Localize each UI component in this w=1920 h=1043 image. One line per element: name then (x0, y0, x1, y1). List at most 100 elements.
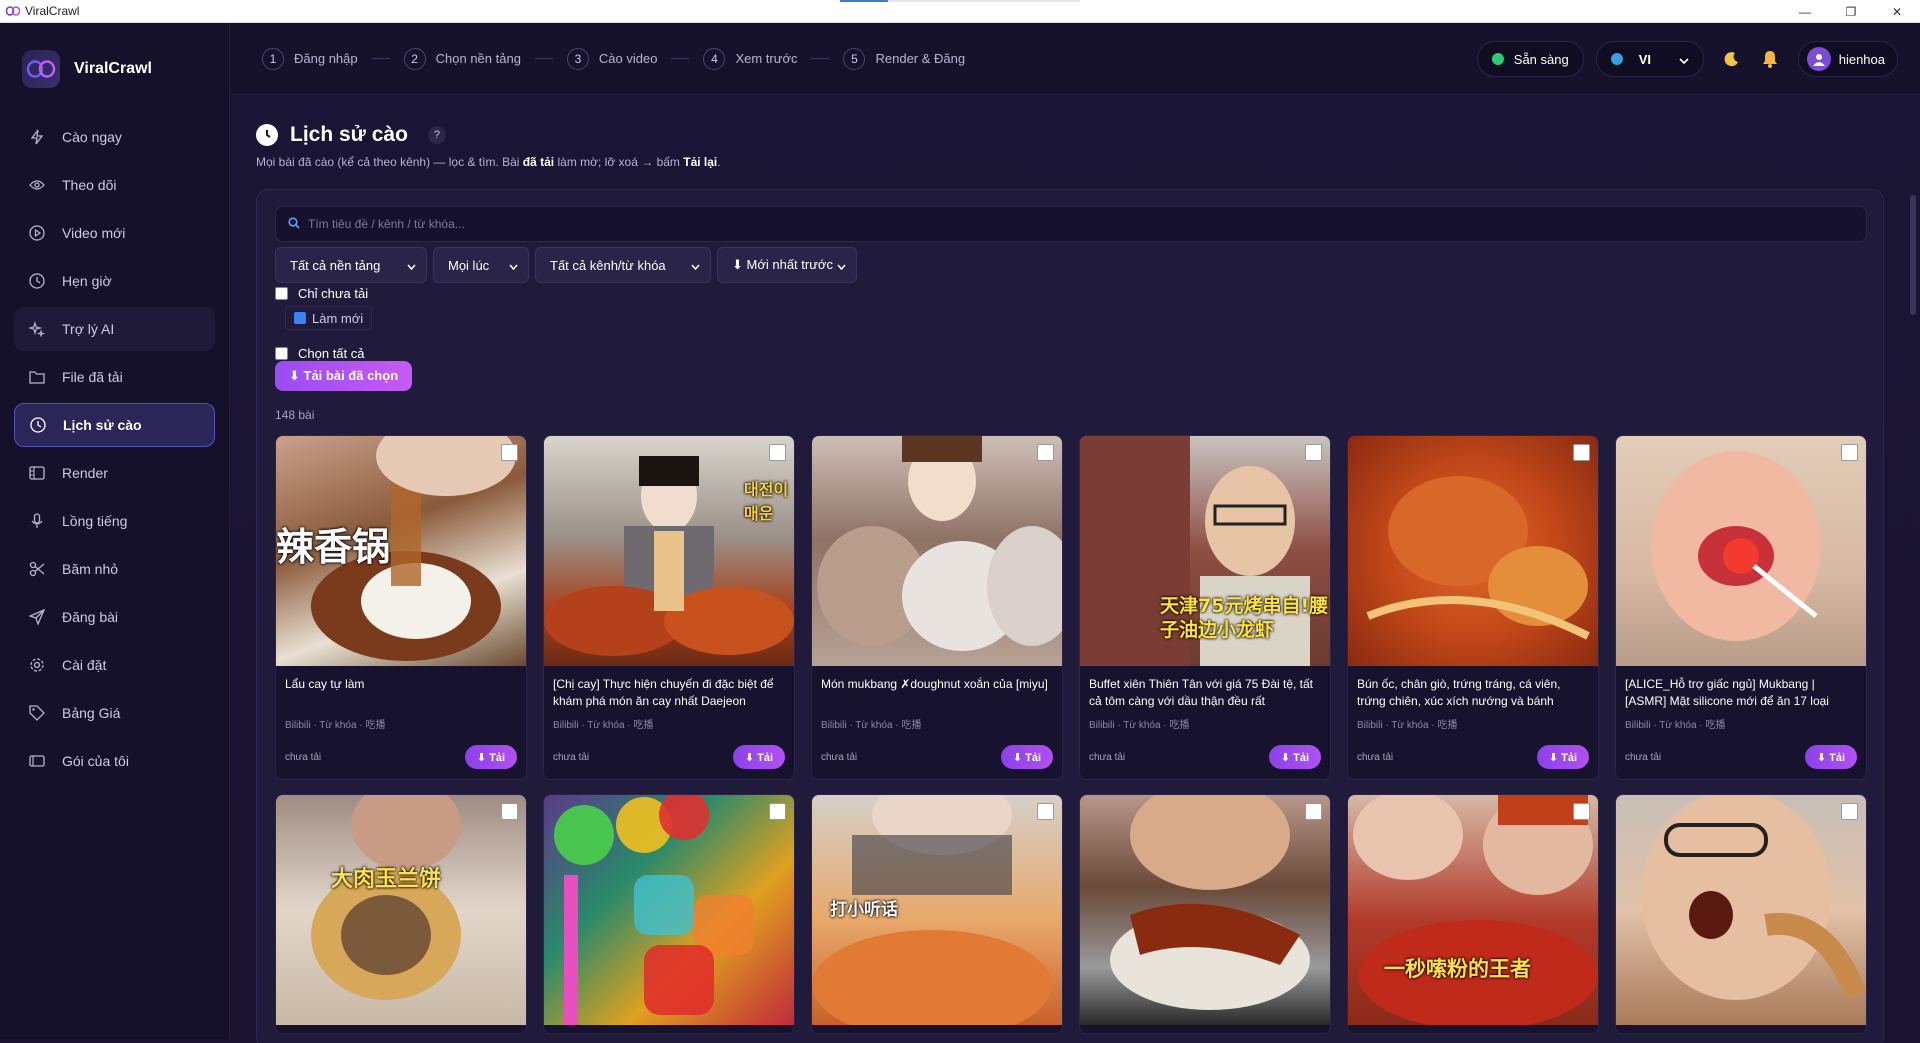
status-dot-icon (1491, 53, 1504, 65)
video-card[interactable]: Bún ốc, chân giò, trứng tráng, cá viên, … (1347, 435, 1599, 780)
video-card[interactable]: 大肉玉兰饼 (275, 794, 527, 1034)
video-thumbnail[interactable]: 天津75元烤串自!腰子油边小龙虾 (1080, 436, 1330, 666)
video-title: [Chị cay] Thực hiện chuyến đi đặc biệt đ… (553, 677, 774, 708)
sidebar-item-render[interactable]: Render (14, 451, 215, 495)
select-checkbox[interactable] (1573, 803, 1590, 820)
select-checkbox[interactable] (1841, 444, 1858, 461)
sidebar-item-lich-su-cao[interactable]: Lịch sử cào (14, 403, 215, 447)
select-all-checkbox[interactable] (275, 347, 288, 360)
video-card[interactable]: 打小听话 (811, 794, 1063, 1034)
select-checkbox[interactable] (1037, 803, 1054, 820)
play-icon (28, 224, 46, 242)
bolt-icon (28, 128, 46, 146)
video-meta: Bilibili · Từ khóa · 吃播 (821, 720, 922, 731)
select-checkbox[interactable] (1573, 444, 1590, 461)
sidebar-item-hen-gio[interactable]: Hẹn giờ (14, 259, 215, 303)
video-thumbnail[interactable]: 打小听话 (812, 795, 1062, 1025)
download-button[interactable]: ⬇ Tải (1000, 745, 1053, 769)
restore-button[interactable]: ❐ (1828, 0, 1874, 23)
video-card[interactable]: Món mukbang ✗doughnut xoắn của [miyu] Bi… (811, 435, 1063, 780)
sidebar-item-cai-dat[interactable]: Cài đặt (14, 643, 215, 687)
download-button[interactable]: ⬇ Tải (464, 745, 517, 769)
only-not-downloaded-toggle[interactable]: Chỉ chưa tải (275, 286, 368, 301)
sidebar-item-tro-ly-ai[interactable]: Trợ lý AI (14, 307, 215, 351)
sidebar-item-label: Hẹn giờ (62, 273, 112, 289)
video-thumbnail[interactable] (812, 436, 1062, 666)
sidebar-item-label: Đăng bài (62, 609, 119, 625)
select-all-toggle[interactable]: Chọn tất cả (275, 346, 365, 361)
user-menu[interactable]: hienhoa (1797, 41, 1898, 77)
search-input[interactable] (308, 217, 1866, 231)
download-button[interactable]: ⬇ Tải (732, 745, 785, 769)
download-status: chưa tải (553, 751, 590, 763)
video-card[interactable]: 天津75元烤串自!腰子油边小龙虾 Buffet xiên Thiên Tân v… (1079, 435, 1331, 780)
time-select[interactable]: Mọi lúc (433, 247, 529, 283)
brand[interactable]: ViralCrawl (0, 23, 229, 115)
select-checkbox[interactable] (501, 444, 518, 461)
sidebar-item-label: File đã tải (62, 369, 123, 385)
video-thumbnail[interactable] (1348, 436, 1598, 666)
select-checkbox[interactable] (1305, 803, 1322, 820)
video-thumbnail[interactable] (1616, 436, 1866, 666)
select-checkbox[interactable] (769, 444, 786, 461)
video-title: Buffet xiên Thiên Tân với giá 75 Đài tệ,… (1089, 677, 1314, 708)
step-2[interactable]: 2 Chọn nền tảng (403, 47, 521, 70)
channel-select[interactable]: Tất cả kênh/từ khóa (535, 247, 711, 283)
bell-icon[interactable] (1756, 45, 1784, 73)
refresh-button[interactable]: Làm mới (285, 306, 373, 330)
avatar (1806, 47, 1831, 71)
only-not-downloaded-checkbox[interactable] (275, 287, 288, 300)
sidebar-item-bam-nho[interactable]: Băm nhỏ (14, 547, 215, 591)
sidebar-item-video-moi[interactable]: Video mới (14, 211, 215, 255)
chevron-down-icon (407, 258, 416, 273)
video-card[interactable]: 一秒嗦粉的王者 (1347, 794, 1599, 1034)
video-thumbnail[interactable]: 一秒嗦粉的王者 (1348, 795, 1598, 1025)
history-panel: Tất cả nền tảng Mọi lúc Tất cả kênh/từ k… (256, 189, 1884, 1043)
video-thumbnail[interactable]: 大肉玉兰饼 (276, 795, 526, 1025)
platform-select[interactable]: Tất cả nền tảng (275, 247, 427, 283)
step-5[interactable]: 5 Render & Đăng (843, 47, 965, 70)
language-select[interactable]: VI (1595, 41, 1704, 77)
video-thumbnail[interactable] (544, 795, 794, 1025)
download-selected-button[interactable]: ⬇ Tải bài đã chọn (275, 361, 413, 391)
sidebar-item-long-tieng[interactable]: Lồng tiếng (14, 499, 215, 543)
sidebar-item-bang-gia[interactable]: Bảng Giá (14, 691, 215, 735)
brand-name: ViralCrawl (74, 60, 152, 77)
moon-icon[interactable] (1718, 45, 1746, 73)
video-card[interactable]: [ALICE_Hỗ trợ giấc ngủ] Mukbang | [ASMR]… (1615, 435, 1867, 780)
video-card[interactable] (1615, 794, 1867, 1034)
video-thumbnail[interactable] (1080, 795, 1330, 1025)
select-checkbox[interactable] (501, 803, 518, 820)
video-thumbnail[interactable]: 辣香锅 (276, 436, 526, 666)
select-checkbox[interactable] (769, 803, 786, 820)
sidebar-item-cao-ngay[interactable]: Cào ngay (14, 115, 215, 159)
sort-select[interactable]: ⬇ Mới nhất trước (717, 247, 857, 283)
close-button[interactable]: ✕ (1874, 0, 1920, 23)
select-checkbox[interactable] (1305, 444, 1322, 461)
step-4[interactable]: 4 Xem trước (703, 47, 797, 70)
select-checkbox[interactable] (1037, 444, 1054, 461)
minimize-button[interactable]: — (1782, 0, 1828, 23)
video-thumbnail[interactable] (1616, 795, 1866, 1025)
step-3[interactable]: 3 Cào video (566, 47, 657, 70)
download-button[interactable]: ⬇ Tải (1536, 745, 1589, 769)
help-icon[interactable]: ? (427, 126, 446, 144)
page-scrollbar[interactable] (1910, 195, 1916, 315)
video-card[interactable]: 辣香锅 Lẩu cay tự làm Bilibili · Từ khóa · … (275, 435, 527, 780)
chevron-down-icon (509, 258, 518, 273)
sidebar-item-file-da-tai[interactable]: File đã tải (14, 355, 215, 399)
search-box[interactable] (275, 206, 1867, 242)
download-button[interactable]: ⬇ Tải (1268, 745, 1321, 769)
video-card[interactable] (1079, 794, 1331, 1034)
video-card[interactable]: 대전이 매운 [Chị cay] Thực hiện chuyến đi đặc… (543, 435, 795, 780)
step-1[interactable]: 1 Đăng nhập (262, 47, 358, 70)
thumbnail-caption: 天津75元烤串自!腰子油边小龙虾 (1160, 595, 1329, 641)
sidebar-item-theo-doi[interactable]: Theo dõi (14, 163, 215, 207)
download-button[interactable]: ⬇ Tải (1804, 745, 1857, 769)
thumbnail-caption: 辣香锅 (276, 525, 391, 569)
video-thumbnail[interactable]: 대전이 매운 (544, 436, 794, 666)
sidebar-item-dang-bai[interactable]: Đăng bài (14, 595, 215, 639)
sidebar-item-goi-cua-toi[interactable]: Gói của tôi (14, 739, 215, 783)
select-checkbox[interactable] (1841, 803, 1858, 820)
video-card[interactable] (543, 794, 795, 1034)
